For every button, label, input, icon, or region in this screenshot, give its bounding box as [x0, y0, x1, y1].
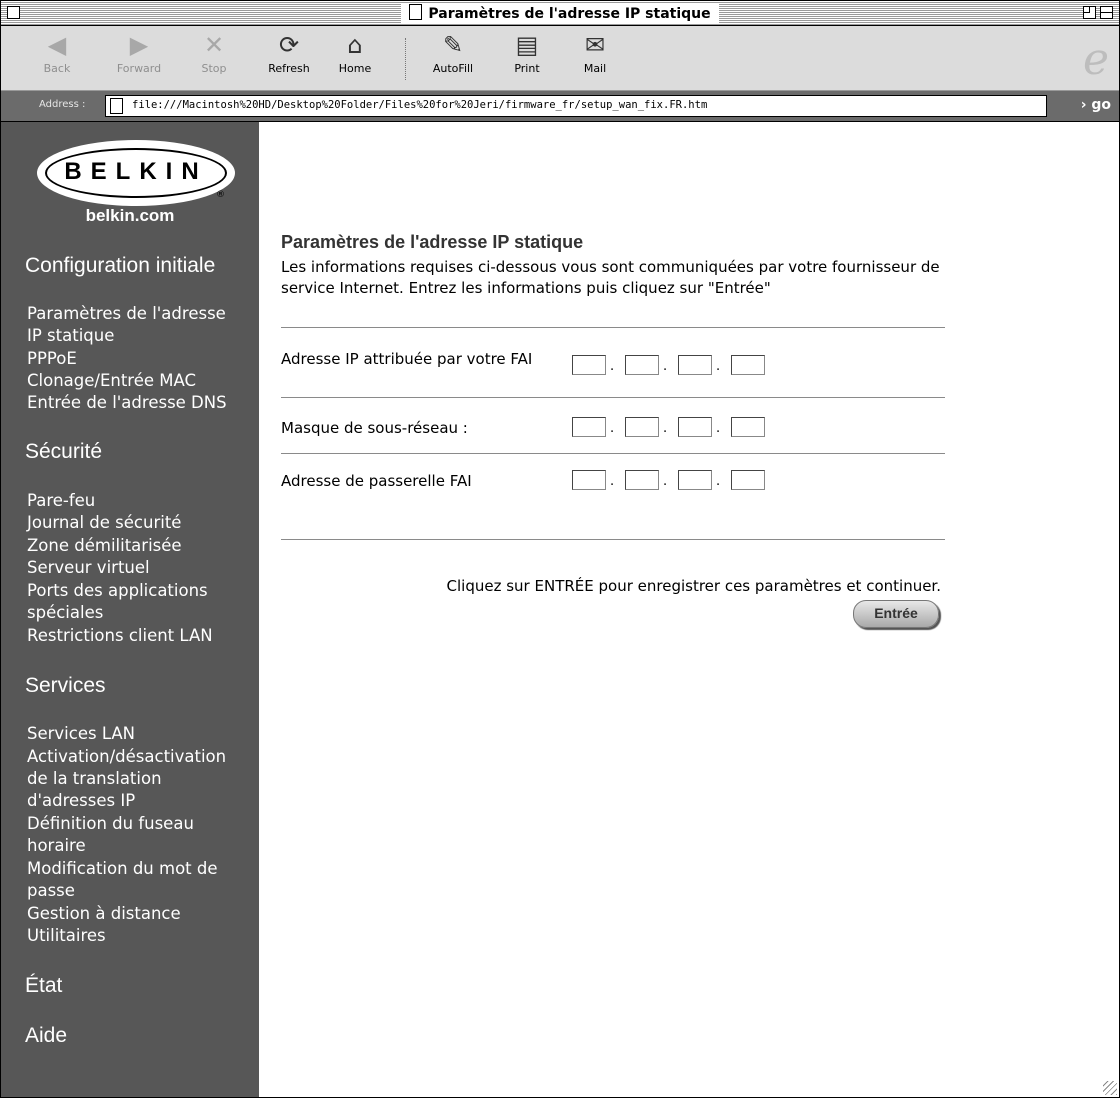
document-icon	[409, 4, 423, 20]
subnet-mask-label: Masque de sous-réseau :	[281, 419, 468, 437]
ip-octet-4[interactable]	[731, 355, 765, 375]
mask-octet-1[interactable]	[572, 417, 606, 437]
stop-button[interactable]: ✕ Stop	[186, 30, 242, 86]
nav-heading-services[interactable]: Services	[25, 674, 106, 698]
address-label: Address :	[39, 99, 86, 110]
address-input[interactable]: file:///Macintosh%20HD/Desktop%20Folder/…	[105, 95, 1047, 117]
page-title: Paramètres de l'adresse IP statique	[281, 232, 584, 252]
gateway-octet-1[interactable]	[572, 470, 606, 490]
mail-button[interactable]: ✉ Mail	[567, 30, 623, 86]
divider	[281, 539, 945, 540]
main-content: Paramètres de l'adresse IP statique Les …	[259, 122, 1119, 1097]
nav-item-dmz[interactable]: Zone démilitarisée	[27, 535, 182, 557]
belkin-logo[interactable]: BELKIN ®	[37, 140, 235, 206]
nav-item-ports[interactable]: Ports des applications	[27, 580, 208, 602]
title-bar[interactable]: Paramètres de l'adresse IP statique	[1, 1, 1119, 26]
go-button[interactable]: › go	[1081, 97, 1111, 113]
printer-icon: ▤	[515, 31, 539, 59]
page-icon	[110, 98, 123, 114]
ie-logo-icon: e	[1082, 34, 1109, 85]
ip-octet-3[interactable]	[678, 355, 712, 375]
nav-item-gestion-distance[interactable]: Gestion à distance	[27, 903, 181, 925]
nav-item-utilitaires[interactable]: Utilitaires	[27, 925, 106, 947]
nav-item-ports-cont[interactable]: spéciales	[27, 602, 103, 624]
site-link[interactable]: belkin.com	[1, 206, 259, 226]
stop-x-icon: ✕	[203, 31, 225, 59]
mask-octet-4[interactable]	[731, 417, 765, 437]
gateway-octet-3[interactable]	[678, 470, 712, 490]
ip-address-label: Adresse IP attribuée par votre FAI	[281, 350, 533, 368]
enter-button[interactable]: Entrée	[853, 600, 939, 628]
sidebar-nav: BELKIN ® belkin.com Configuration initia…	[1, 122, 259, 1097]
nav-heading-etat[interactable]: État	[25, 974, 62, 998]
divider	[281, 453, 945, 454]
gateway-octet-2[interactable]	[625, 470, 659, 490]
gateway-label: Adresse de passerelle FAI	[281, 472, 472, 490]
nav-item-serveur-virtuel[interactable]: Serveur virtuel	[27, 557, 150, 579]
nav-item-nat-cont1[interactable]: de la translation	[27, 768, 162, 790]
home-button[interactable]: ⌂ Home	[327, 30, 383, 86]
nav-item-pppoe[interactable]: PPPoE	[27, 348, 77, 370]
address-url: file:///Macintosh%20HD/Desktop%20Folder/…	[132, 99, 708, 111]
nav-item-journal[interactable]: Journal de sécurité	[27, 512, 181, 534]
divider	[281, 327, 945, 328]
nav-item-fuseau[interactable]: Définition du fuseau	[27, 813, 194, 835]
nav-heading-aide[interactable]: Aide	[25, 1024, 67, 1048]
print-button[interactable]: ▤ Print	[499, 30, 555, 86]
save-instructions: Cliquez sur ENTRÉE pour enregistrer ces …	[446, 577, 941, 595]
forward-button[interactable]: ▶ Forward	[111, 30, 167, 86]
gateway-octet-4[interactable]	[731, 470, 765, 490]
autofill-icon: ✎	[442, 31, 464, 59]
nav-item-services-lan[interactable]: Services LAN	[27, 723, 135, 745]
nav-item-dns[interactable]: Entrée de l'adresse DNS	[27, 392, 227, 414]
back-arrow-icon: ◀	[47, 31, 67, 59]
refresh-icon: ⟳	[278, 31, 300, 59]
home-icon: ⌂	[347, 31, 363, 59]
nav-item-mot-de-passe[interactable]: Modification du mot de	[27, 858, 218, 880]
nav-item-mac-clone[interactable]: Clonage/Entrée MAC	[27, 370, 196, 392]
mail-icon: ✉	[584, 31, 606, 59]
browser-toolbar: ◀ Back ▶ Forward ✕ Stop ⟳ Refresh ⌂ Home…	[1, 26, 1119, 91]
collapse-box-icon[interactable]	[1100, 6, 1113, 19]
back-button[interactable]: ◀ Back	[29, 30, 85, 86]
nav-heading-securite[interactable]: Sécurité	[25, 440, 102, 464]
mask-octet-3[interactable]	[678, 417, 712, 437]
nav-heading-configuration[interactable]: Configuration initiale	[25, 254, 215, 278]
toolbar-separator	[405, 38, 406, 80]
nav-item-pare-feu[interactable]: Pare-feu	[27, 490, 95, 512]
ip-octet-1[interactable]	[572, 355, 606, 375]
nav-item-ip-statique-cont[interactable]: IP statique	[27, 325, 114, 347]
browser-window: Paramètres de l'adresse IP statique ◀ Ba…	[0, 0, 1120, 1098]
nav-item-nat[interactable]: Activation/désactivation	[27, 746, 226, 768]
address-bar: Address : file:///Macintosh%20HD/Desktop…	[1, 91, 1119, 122]
window-title: Paramètres de l'adresse IP statique	[401, 4, 719, 24]
divider	[281, 397, 945, 398]
forward-arrow-icon: ▶	[129, 31, 149, 59]
nav-item-nat-cont2[interactable]: d'adresses IP	[27, 790, 135, 812]
zoom-box-icon[interactable]	[1083, 6, 1096, 19]
mask-octet-2[interactable]	[625, 417, 659, 437]
ip-octet-2[interactable]	[625, 355, 659, 375]
nav-item-mot-de-passe-cont[interactable]: passe	[27, 880, 75, 902]
autofill-button[interactable]: ✎ AutoFill	[425, 30, 481, 86]
page-description: Les informations requises ci-dessous vou…	[281, 258, 940, 297]
refresh-button[interactable]: ⟳ Refresh	[261, 30, 317, 86]
nav-item-ip-statique[interactable]: Paramètres de l'adresse	[27, 303, 226, 325]
nav-item-restrictions[interactable]: Restrictions client LAN	[27, 625, 213, 647]
resize-grip-icon[interactable]	[1103, 1081, 1117, 1095]
nav-item-fuseau-cont[interactable]: horaire	[27, 835, 86, 857]
